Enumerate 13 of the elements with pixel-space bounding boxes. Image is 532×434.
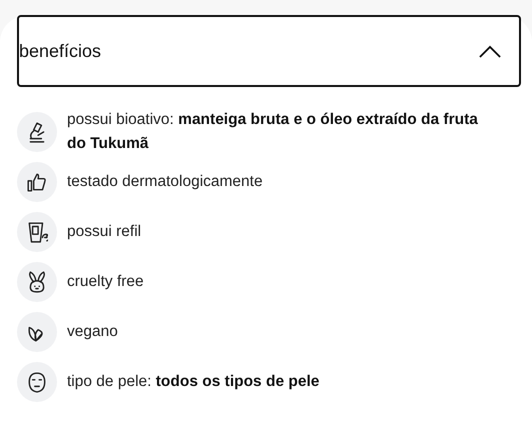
benefit-text: testado dermatologicamente (67, 172, 263, 192)
benefit-text: vegano (67, 322, 118, 342)
benefit-text: cruelty free (67, 272, 144, 292)
accordion-header[interactable]: benefícios (17, 15, 521, 87)
leaves-icon (17, 312, 57, 352)
benefit-text: possui bioativo: manteiga bruta e o óleo extraído da fruta do Tukumã (67, 110, 479, 154)
rabbit-icon (17, 262, 57, 302)
benefit-text: possui refil (67, 222, 142, 242)
refill-icon (17, 212, 57, 252)
face-icon (17, 362, 57, 402)
thumbs-up-icon (17, 162, 57, 202)
microscope-icon (17, 112, 57, 152)
benefit-text: tipo de pele: todos os tipos de pele (67, 372, 320, 392)
